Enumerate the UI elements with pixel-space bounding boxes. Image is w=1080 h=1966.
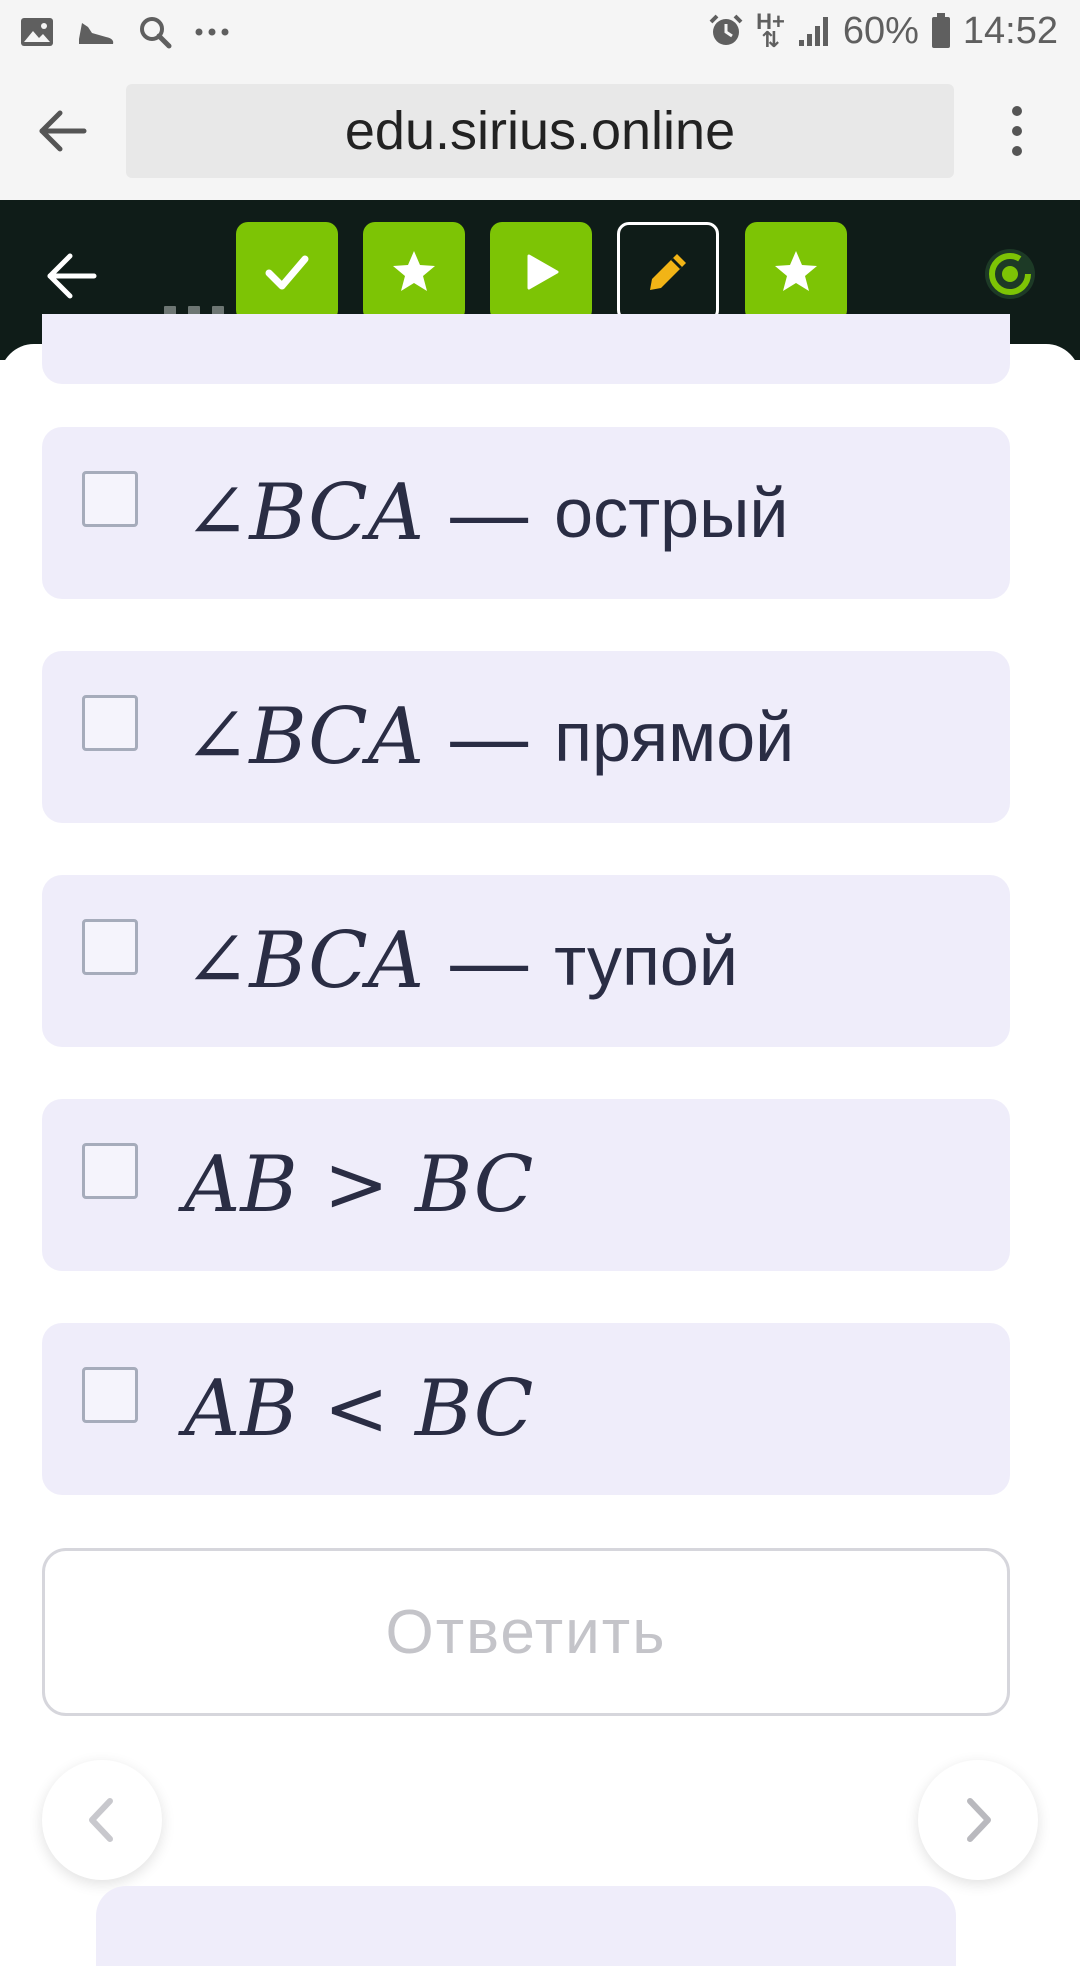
star-icon (775, 251, 817, 291)
option-checkbox[interactable] (82, 695, 138, 751)
more-icon (195, 28, 229, 36)
option-math: ∠BCA (184, 916, 425, 1006)
option-2[interactable]: ∠BCA — прямой (42, 651, 1010, 823)
option-checkbox[interactable] (82, 919, 138, 975)
option-label: ∠BCA — острый (184, 427, 788, 599)
option-dash: — (450, 692, 529, 781)
option-math-right: BC (415, 1364, 534, 1454)
network-icon: H+ ⇅ (756, 9, 785, 52)
option-checkbox[interactable] (82, 1143, 138, 1199)
exercise-content: ∠BCA — острый ∠BCA — прямой ∠BCA — тупой… (0, 314, 1080, 1966)
option-5[interactable]: AB < BC (42, 1323, 1010, 1495)
search-icon (140, 17, 172, 49)
step-completed-check[interactable] (236, 222, 338, 322)
option-dash: — (450, 916, 529, 1005)
chevron-left-icon (89, 1798, 113, 1842)
alarm-icon (709, 14, 743, 45)
chevron-right-icon (967, 1798, 991, 1842)
option-label: ∠BCA — тупой (184, 875, 738, 1047)
option-math: ∠BCA (184, 692, 425, 782)
option-dash: — (450, 468, 529, 557)
status-bar: H+ ⇅ 60% 14:52 (0, 0, 1080, 62)
option-label: AB < BC (184, 1323, 533, 1495)
option-word: острый (554, 474, 789, 552)
image-icon (21, 18, 53, 46)
pencil-icon (650, 254, 686, 290)
option-relation: < (323, 1364, 390, 1454)
option-checkbox[interactable] (82, 471, 138, 527)
step-completed-video[interactable] (490, 222, 592, 322)
option-1[interactable]: ∠BCA — острый (42, 427, 1010, 599)
url-field[interactable]: edu.sirius.online (126, 84, 954, 178)
shoe-icon (79, 23, 114, 44)
option-label: AB > BC (184, 1099, 533, 1271)
option-word: прямой (554, 698, 795, 776)
back-arrow-icon[interactable] (44, 248, 100, 304)
progress-ring-icon[interactable] (982, 246, 1038, 302)
prev-button[interactable] (42, 1760, 162, 1880)
option-math-right: BC (415, 1140, 534, 1230)
option-math: ∠BCA (184, 468, 425, 558)
next-button[interactable] (918, 1760, 1038, 1880)
step-completed-star[interactable] (363, 222, 465, 322)
option-checkbox[interactable] (82, 1367, 138, 1423)
answer-button[interactable]: Ответить (42, 1548, 1010, 1716)
status-system: H+ ⇅ 60% 14:52 (708, 8, 1058, 54)
option-label: ∠BCA — прямой (184, 651, 794, 823)
status-notifications (20, 12, 230, 52)
browser-address-bar: edu.sirius.online (0, 62, 1080, 200)
status-time: 14:52 (962, 9, 1058, 52)
signal-icon (798, 17, 828, 46)
option-word: тупой (554, 922, 738, 1000)
step-current-exercise[interactable] (617, 222, 719, 322)
option-4[interactable]: AB > BC (42, 1099, 1010, 1271)
option-math-left: AB (184, 1140, 298, 1230)
previous-option-partial (42, 314, 1010, 384)
next-section-partial (96, 1886, 956, 1966)
arrow-left-icon[interactable] (36, 104, 90, 158)
check-icon (265, 255, 309, 290)
vertical-dots-icon[interactable] (1000, 104, 1034, 158)
star-icon (393, 251, 435, 291)
battery-icon (931, 13, 950, 48)
option-relation: > (323, 1140, 390, 1230)
step-star[interactable] (745, 222, 847, 322)
play-icon (527, 254, 559, 290)
option-3[interactable]: ∠BCA — тупой (42, 875, 1010, 1047)
battery-percent: 60% (842, 9, 919, 52)
option-math-left: AB (184, 1364, 298, 1454)
